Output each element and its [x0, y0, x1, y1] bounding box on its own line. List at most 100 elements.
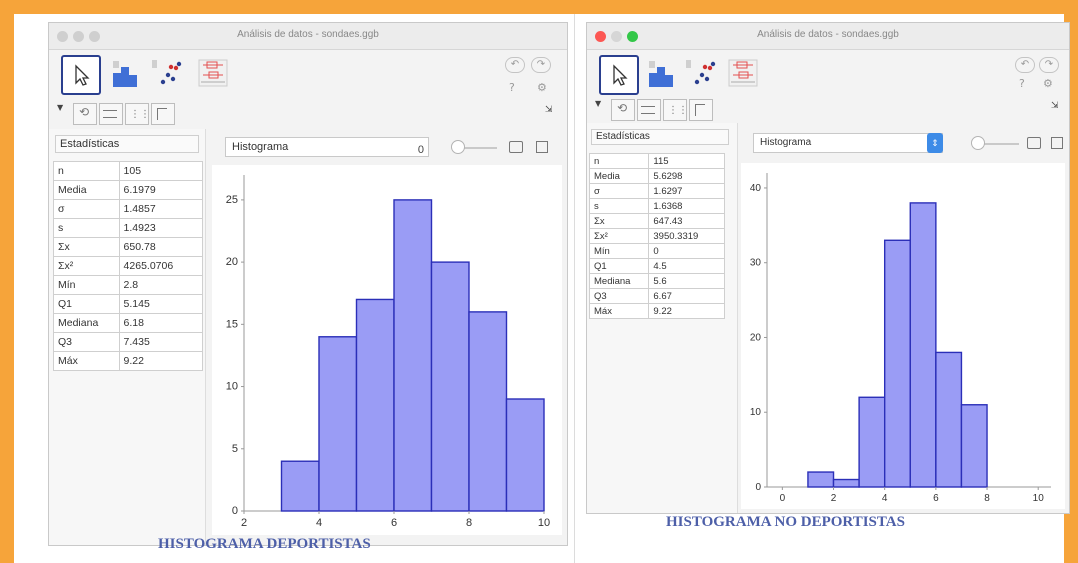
x-tick-label: 10: [1033, 493, 1045, 504]
redo-icon: ↷: [1044, 59, 1054, 70]
slider-knob[interactable]: [451, 140, 465, 154]
toggle-stats-button[interactable]: [637, 99, 661, 121]
stats-row: Σx 650.78: [53, 237, 204, 257]
x-tick-label: 8: [984, 493, 990, 504]
y-tick-label: 15: [226, 318, 238, 330]
options-icon[interactable]: [1027, 137, 1041, 149]
stat-label: Q3: [588, 288, 650, 304]
expand-panel-icon[interactable]: ⇲: [1051, 101, 1059, 111]
window-divider: [574, 14, 575, 563]
stat-label: Σx: [588, 213, 650, 229]
y-tick-label: 40: [750, 183, 762, 194]
stat-label: σ: [53, 199, 120, 219]
stat-label: n: [53, 161, 120, 181]
toggle-data-button[interactable]: ⋮⋮: [125, 103, 150, 125]
toolbar-menu-arrow-icon[interactable]: ▼: [57, 103, 63, 112]
multivariable-tool-button[interactable]: [725, 55, 761, 91]
histogram-tool-button[interactable]: [643, 55, 679, 91]
settings-icon[interactable]: ⚙: [1043, 77, 1053, 90]
view-options-toolbar: ▼ ⟲ ⋮⋮ ⇲: [595, 99, 1061, 121]
histogram-bar: [505, 398, 545, 512]
grid-icon: ⋮⋮: [668, 105, 688, 116]
undo-icon: ↶: [1020, 59, 1030, 70]
right-data-analysis-window: Análisis de datos - sondaes.ggb ↶ ↷ ? ⚙ …: [586, 22, 1070, 514]
stats-row: Máx 9.22: [53, 351, 204, 371]
left-caption: HISTOGRAMA DEPORTISTAS: [158, 536, 371, 552]
slider-knob[interactable]: [971, 136, 985, 150]
toggle-stats-button[interactable]: [99, 103, 123, 125]
stat-value: 0: [648, 243, 725, 259]
stat-label: n: [588, 153, 650, 169]
toolbar-menu-arrow-icon[interactable]: ▼: [595, 99, 601, 108]
undo-button[interactable]: ↶: [1015, 57, 1035, 73]
boxplot-icon: [198, 59, 228, 87]
chart-type-value: Histograma: [760, 137, 812, 148]
stat-value: 5.6: [648, 273, 725, 289]
options-icon[interactable]: [509, 141, 523, 153]
stat-value: 4.5: [648, 258, 725, 274]
lines-icon: [103, 110, 117, 118]
histogram-bar: [832, 478, 860, 488]
stats-row: Mediana 5.6: [588, 273, 725, 289]
stat-value: 7.435: [118, 332, 204, 352]
chart-type-value: Histograma: [232, 141, 289, 153]
left-histogram-chart: 0 5 10 15 20 25 2 4 6 8 10: [226, 175, 550, 529]
help-button[interactable]: ?: [509, 81, 515, 94]
stats-row: Σx 647.43: [588, 213, 725, 229]
toggle-plot-button[interactable]: [689, 99, 713, 121]
histogram-bar: [280, 460, 320, 512]
dropdown-arrow-icon: ⇕: [927, 133, 943, 153]
lines-icon: [641, 106, 655, 114]
pointer-tool-button[interactable]: [61, 55, 101, 95]
histogram-bar: [883, 239, 911, 488]
histogram-tool-button[interactable]: [107, 55, 143, 91]
refresh-view-button[interactable]: ⟲: [611, 99, 635, 121]
x-tick-label: 6: [391, 517, 397, 529]
stats-row: σ 1.6297: [588, 183, 725, 199]
statistics-table: n 105 Media 6.1979 σ 1.4857 s 1.4923 Σx 650.78 Σx²…: [53, 161, 204, 371]
scatter-tool-button[interactable]: [149, 55, 185, 91]
stats-row: Σx² 4265.0706: [53, 256, 204, 276]
chart-type-dropdown[interactable]: Histograma 0: [225, 137, 429, 157]
export-icon[interactable]: [536, 141, 548, 153]
undo-button[interactable]: ↶: [505, 57, 525, 73]
stat-label: Máx: [588, 303, 650, 319]
statistics-header: Estadísticas: [591, 129, 729, 145]
settings-icon[interactable]: ⚙: [537, 81, 547, 94]
stats-row: σ 1.4857: [53, 199, 204, 219]
slider-track[interactable]: [461, 147, 497, 149]
stat-label: Σx²: [588, 228, 650, 244]
multivariable-tool-button[interactable]: [195, 55, 231, 91]
cursor-icon: [75, 64, 90, 86]
refresh-icon: ⟲: [79, 105, 90, 119]
toggle-plot-button[interactable]: [151, 103, 175, 125]
x-tick-label: 2: [831, 493, 837, 504]
stats-row: Mín 2.8: [53, 275, 204, 295]
x-tick-label: 4: [316, 517, 322, 529]
redo-button[interactable]: ↷: [531, 57, 551, 73]
expand-panel-icon[interactable]: ⇲: [545, 105, 553, 115]
redo-button[interactable]: ↷: [1039, 57, 1059, 73]
stat-label: Q3: [53, 332, 120, 352]
stats-row: Máx 9.22: [588, 303, 725, 319]
chart-type-dropdown[interactable]: Histograma ⇕: [753, 133, 943, 153]
left-title-bar: Análisis de datos - sondaes.ggb: [49, 23, 567, 50]
export-icon[interactable]: [1051, 137, 1063, 149]
pointer-tool-button[interactable]: [599, 55, 639, 95]
statistics-header: Estadísticas: [55, 135, 199, 153]
y-tick-label: 5: [232, 443, 238, 455]
histogram-bar: [858, 396, 886, 488]
undo-icon: ↶: [510, 59, 520, 70]
slider-track[interactable]: [979, 143, 1019, 145]
stats-row: s 1.6368: [588, 198, 725, 214]
refresh-view-button[interactable]: ⟲: [73, 103, 97, 125]
toggle-data-button[interactable]: ⋮⋮: [663, 99, 688, 121]
stat-value: 650.78: [118, 237, 204, 257]
stat-value: 6.67: [648, 288, 725, 304]
stats-row: Q1 5.145: [53, 294, 204, 314]
stat-label: Máx: [53, 351, 120, 371]
stats-row: Q1 4.5: [588, 258, 725, 274]
scatter-tool-button[interactable]: [683, 55, 719, 91]
help-button[interactable]: ?: [1019, 77, 1025, 90]
corner-icon: [695, 104, 705, 116]
